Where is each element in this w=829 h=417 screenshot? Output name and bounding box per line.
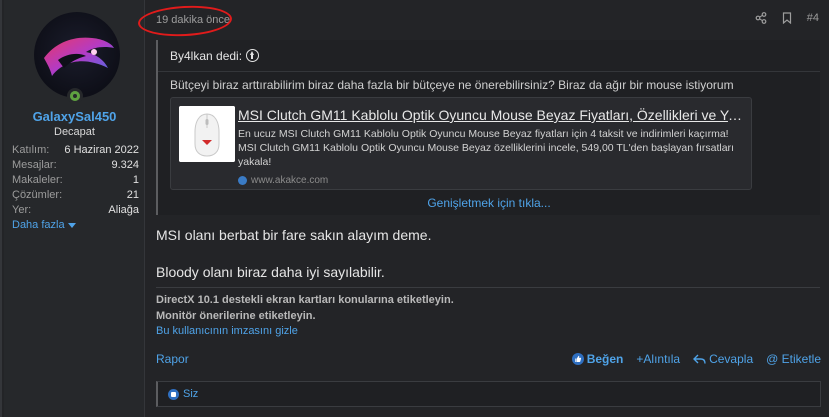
link-preview-title[interactable]: MSI Clutch GM11 Kablolu Optik Oyuncu Mou… bbox=[238, 107, 748, 123]
post-body-line: MSI olanı berbat bir fare sakın alayım d… bbox=[156, 227, 432, 243]
user-title: Decapat bbox=[54, 126, 95, 138]
link-preview-description: En ucuz MSI Clutch GM11 Kablolu Optik Oy… bbox=[238, 128, 734, 168]
stat-value: 6 Haziran 2022 bbox=[64, 144, 139, 156]
mouse-thumbnail bbox=[179, 106, 235, 162]
quote-button[interactable]: +Alıntıla bbox=[636, 352, 680, 366]
signature-line: Monitör önerilerine etiketleyin. bbox=[156, 310, 316, 322]
stat-label: Makaleler: bbox=[12, 174, 63, 186]
quote-author: By4lkan dedi: bbox=[170, 48, 243, 63]
link-preview-card[interactable]: MSI Clutch GM11 Kablolu Optik Oyuncu Mou… bbox=[170, 97, 752, 190]
more-info-label: Daha fazla bbox=[12, 219, 65, 231]
quote-block: By4lkan dedi: Bütçeyi biraz arttırabilir… bbox=[156, 40, 820, 215]
rog-logo-icon bbox=[44, 37, 114, 76]
like-label: Beğen bbox=[586, 352, 624, 366]
post-main: 19 dakika önce #4 By4lkan dedi: Bütçeyi … bbox=[146, 0, 829, 417]
stat-row-joined: Katılım: 6 Haziran 2022 bbox=[12, 143, 139, 158]
reply-label: Cevapla bbox=[709, 352, 754, 366]
mouse-image-icon bbox=[179, 106, 235, 162]
post-action-buttons: Beğen +Alıntıla Cevapla @ Etiketle bbox=[571, 352, 821, 366]
thumbs-up-icon bbox=[571, 353, 584, 365]
stat-label: Katılım: bbox=[12, 144, 50, 156]
chevron-down-icon bbox=[67, 222, 76, 228]
hide-signature-link[interactable]: Bu kullanıcının imzasını gizle bbox=[156, 325, 298, 337]
stat-row-messages: Mesajlar: 9.324 bbox=[12, 158, 139, 173]
stat-label: Çözümler: bbox=[12, 189, 63, 201]
post-number[interactable]: #4 bbox=[807, 12, 819, 24]
reactions-bar[interactable]: Siz bbox=[156, 381, 821, 407]
user-stats: Katılım: 6 Haziran 2022 Mesajlar: 9.324 Ma… bbox=[12, 143, 139, 218]
reply-icon bbox=[693, 354, 706, 364]
verified-icon bbox=[238, 176, 247, 185]
signature-divider bbox=[156, 287, 820, 288]
stat-row-articles: Makaleler: 1 bbox=[12, 173, 139, 188]
online-status-icon bbox=[67, 88, 83, 104]
bookmark-icon[interactable] bbox=[781, 12, 793, 24]
stat-row-location: Yer: Aliağa bbox=[12, 203, 139, 218]
avatar[interactable] bbox=[34, 12, 120, 98]
quote-text: Bütçeyi biraz arttırabilirim biraz daha … bbox=[170, 78, 734, 92]
stat-label: Mesajlar: bbox=[12, 159, 57, 171]
share-icon[interactable] bbox=[755, 12, 767, 24]
report-link[interactable]: Rapor bbox=[156, 352, 189, 366]
reaction-users[interactable]: Siz bbox=[183, 388, 198, 400]
signature-line: DirectX 10.1 destekli ekran kartları kon… bbox=[156, 294, 454, 306]
stat-value: Aliağa bbox=[108, 204, 139, 216]
post-actions: Rapor Beğen +Alıntıla Cevapla @ Etiketle bbox=[156, 352, 821, 368]
quote-header[interactable]: By4lkan dedi: bbox=[158, 40, 820, 72]
tag-button[interactable]: @ Etiketle bbox=[766, 352, 821, 366]
expand-quote-link[interactable]: Genişletmek için tıkla... bbox=[158, 196, 820, 210]
username[interactable]: GalaxySal450 bbox=[4, 109, 145, 124]
user-sidebar: GalaxySal450 Decapat Katılım: 6 Haziran 2… bbox=[4, 0, 145, 417]
stat-value: 21 bbox=[126, 189, 139, 201]
forum-post: GalaxySal450 Decapat Katılım: 6 Haziran 2… bbox=[0, 0, 829, 417]
post-header-tools: #4 bbox=[755, 12, 819, 24]
stat-row-solutions: Çözümler: 21 bbox=[12, 188, 139, 203]
stat-value: 1 bbox=[132, 174, 139, 186]
site-url: www.akakce.com bbox=[251, 175, 329, 186]
stat-value: 9.324 bbox=[111, 159, 139, 171]
reply-button[interactable]: Cevapla bbox=[693, 352, 753, 366]
like-reaction-icon bbox=[168, 388, 179, 400]
like-button[interactable]: Beğen bbox=[571, 352, 624, 366]
post-body-line: Bloody olanı biraz daha iyi sayılabilir. bbox=[156, 264, 385, 280]
link-preview-site[interactable]: www.akakce.com bbox=[238, 175, 328, 186]
more-info-toggle[interactable]: Daha fazla bbox=[12, 219, 76, 231]
stat-label: Yer: bbox=[12, 204, 32, 216]
arrow-up-circle-icon[interactable] bbox=[246, 49, 260, 62]
